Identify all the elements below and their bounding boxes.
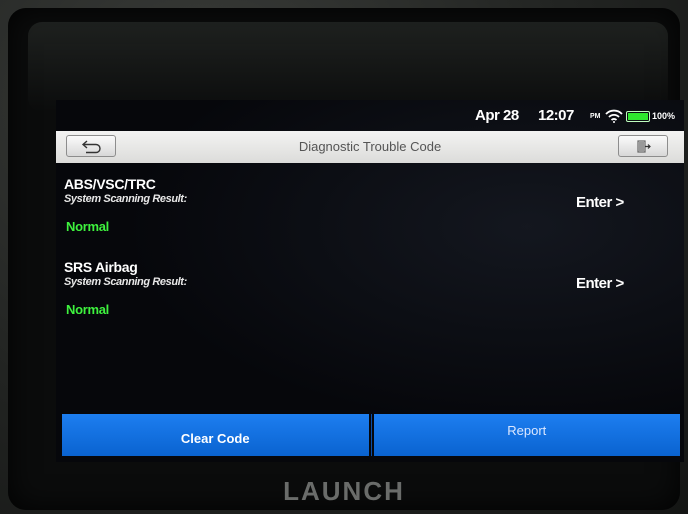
clear-code-button[interactable]: Clear Code xyxy=(62,414,369,456)
report-button[interactable]: Report xyxy=(373,414,680,456)
exit-button[interactable] xyxy=(618,135,668,157)
exit-icon xyxy=(637,140,651,153)
battery-percent: 100% xyxy=(652,111,676,121)
bezel-glare xyxy=(28,22,668,112)
status-ampm: PM xyxy=(590,113,601,120)
action-bar: Clear Code Report xyxy=(62,414,680,456)
enter-button[interactable]: Enter > xyxy=(576,275,624,292)
system-status: Normal xyxy=(66,302,109,317)
status-time: 12:07 xyxy=(538,107,574,124)
page-title: Diagnostic Trouble Code xyxy=(298,139,442,154)
scan-result-label: System Scanning Result: xyxy=(64,276,187,288)
brand-logo: LAUNCH xyxy=(283,476,405,506)
device-screen: Apr 28 12:07 PM 100% Diagnostic Trouble … xyxy=(56,100,684,462)
system-name: ABS/VSC/TRC xyxy=(64,176,156,192)
battery-icon xyxy=(626,111,650,122)
status-bar: Apr 28 12:07 PM 100% xyxy=(56,103,684,129)
battery-fill xyxy=(628,113,648,120)
system-status: Normal xyxy=(66,219,109,234)
status-date: Apr 28 xyxy=(475,107,519,124)
system-name: SRS Airbag xyxy=(64,259,138,275)
button-divider xyxy=(370,414,372,456)
enter-button[interactable]: Enter > xyxy=(576,194,624,211)
scan-result-label: System Scanning Result: xyxy=(64,193,187,205)
title-bar: Diagnostic Trouble Code xyxy=(56,131,684,163)
wifi-icon xyxy=(605,109,623,123)
